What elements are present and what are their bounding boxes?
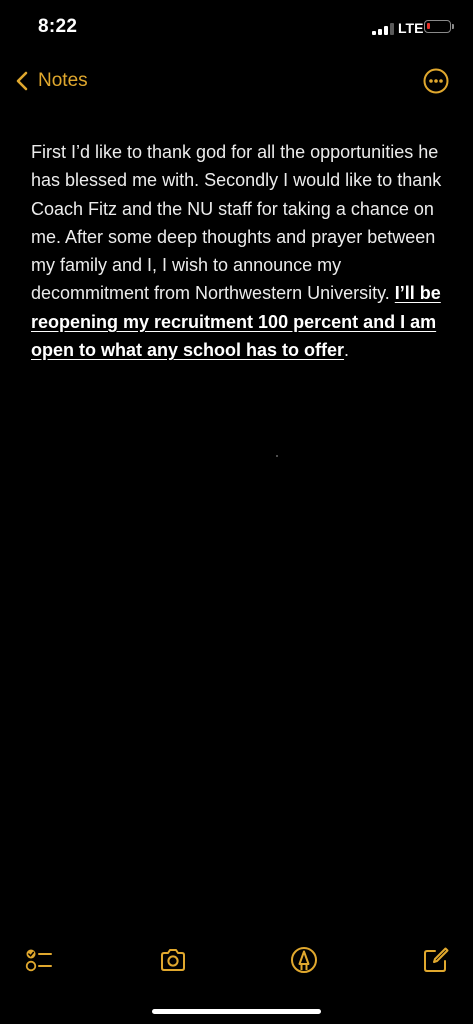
compose-icon[interactable] [421,945,451,975]
checklist-icon[interactable] [24,945,54,975]
note-text[interactable]: First I’d like to thank god for all the … [31,138,451,364]
back-to-notes-button[interactable]: Notes [12,64,88,98]
ellipsis-circle-icon[interactable] [423,68,449,94]
stray-dot [276,455,278,457]
network-type: LTE [398,20,424,36]
home-indicator[interactable] [152,1009,321,1014]
status-bar: 8:22 LTE [0,0,473,56]
cellular-signal-icon [372,23,394,35]
status-time: 8:22 [38,16,78,37]
chevron-left-icon [16,71,28,91]
battery-level [427,23,430,29]
battery-cap [452,24,454,29]
back-label: Notes [38,70,88,91]
note-end-punct: . [344,340,350,361]
markup-pen-icon[interactable] [289,945,319,975]
battery-icon [424,20,451,33]
camera-icon[interactable] [158,945,188,975]
note-paragraph: First I’d like to thank god for all the … [31,142,442,304]
